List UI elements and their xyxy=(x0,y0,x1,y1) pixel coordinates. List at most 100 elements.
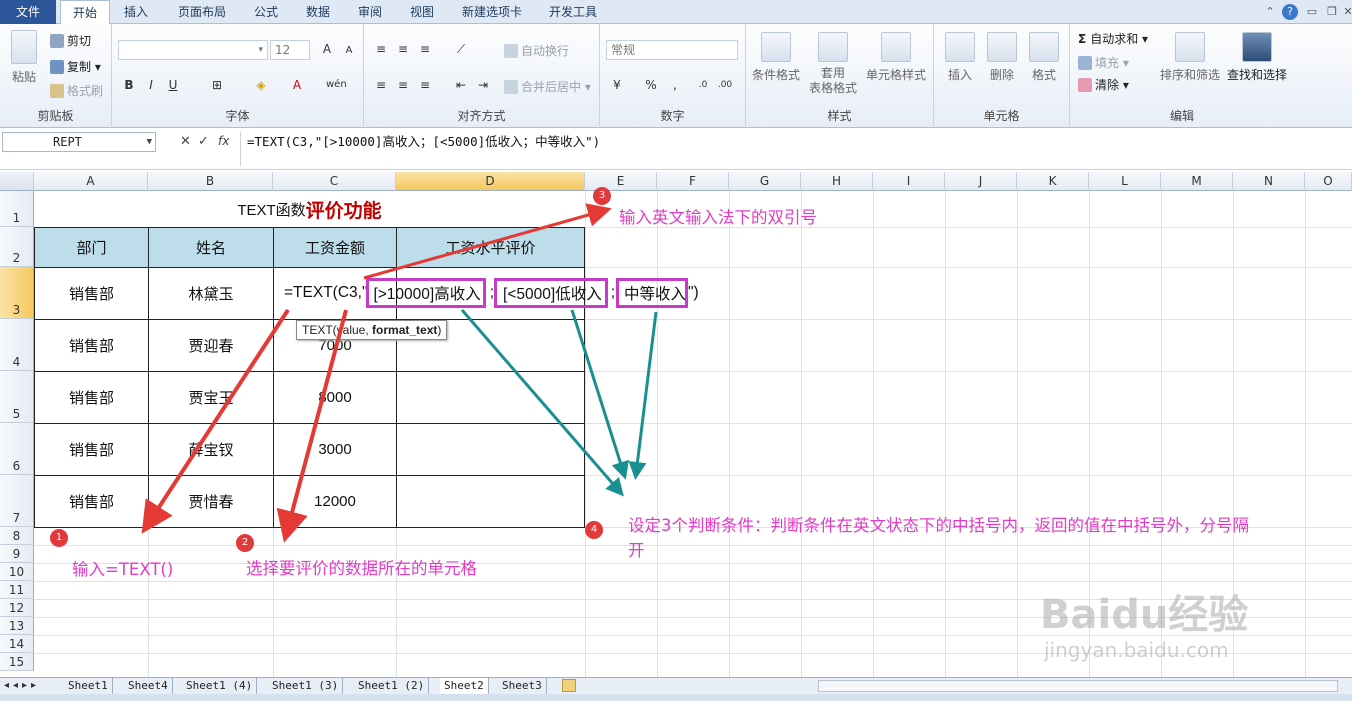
increase-decimal-icon[interactable]: .0 xyxy=(694,76,712,94)
minimize-icon[interactable]: ▭ xyxy=(1304,4,1320,20)
format-icon xyxy=(1029,32,1059,62)
sheet-tab[interactable]: Sheet1 (4) xyxy=(182,678,258,694)
insert-icon xyxy=(945,32,975,62)
confirm-formula-icon[interactable]: ✓ xyxy=(198,134,209,149)
brush-icon xyxy=(50,84,64,98)
shrink-font-icon[interactable]: A xyxy=(340,42,358,60)
formula-input[interactable]: =TEXT(C3,"[>10000]高收入；[<5000]低收入；中等收入") xyxy=(240,132,1348,166)
align-bottom-icon[interactable]: ≡ xyxy=(416,40,434,58)
horizontal-scrollbar[interactable] xyxy=(818,680,1338,692)
new-sheet-icon[interactable] xyxy=(562,679,576,692)
align-right-icon[interactable]: ≡ xyxy=(416,76,434,94)
align-center-icon[interactable]: ≡ xyxy=(394,76,412,94)
underline-icon[interactable]: U xyxy=(164,76,182,94)
comma-icon[interactable]: , xyxy=(666,76,684,94)
chevron-down-icon: ▼ xyxy=(146,137,152,147)
copy-icon xyxy=(50,60,64,74)
delete-cells-button[interactable]: 删除 xyxy=(982,32,1022,83)
sheet-tab[interactable]: Sheet1 xyxy=(64,678,113,694)
tab-page-layout[interactable]: 页面布局 xyxy=(168,0,236,24)
annotation-step-2: 选择要评价的数据所在的单元格 xyxy=(246,559,477,578)
insert-cells-button[interactable]: 插入 xyxy=(940,32,980,83)
help-icon[interactable]: ? xyxy=(1282,4,1298,20)
align-top-icon[interactable]: ≡ xyxy=(372,40,390,58)
merge-center-button[interactable]: 合并后居中 ▾ xyxy=(504,78,591,95)
worksheet-grid[interactable]: A B C D E F G H I J K L M N O 1 2 3 4 5 … xyxy=(0,172,1352,677)
fill-color-icon[interactable]: ◈ xyxy=(252,76,270,94)
cells-group: 插入 删除 格式 单元格 xyxy=(934,24,1070,126)
name-box[interactable]: REPT ▼ xyxy=(2,132,156,152)
orientation-icon[interactable]: ⟋ xyxy=(452,40,470,58)
clear-button[interactable]: 清除 ▾ xyxy=(1078,76,1129,93)
grow-font-icon[interactable]: A xyxy=(318,40,336,58)
arrow-4b xyxy=(570,309,629,480)
format-painter-button[interactable]: 格式刷 xyxy=(50,82,103,99)
bold-icon[interactable]: B xyxy=(120,76,138,94)
clipboard-group: 粘贴 剪切 复制 ▾ 格式刷 剪贴板 xyxy=(0,24,112,126)
conditional-format-button[interactable]: 条件格式 xyxy=(750,32,802,83)
table-icon xyxy=(818,32,848,62)
tab-review[interactable]: 审阅 xyxy=(348,0,392,24)
cell-styles-button[interactable]: 单元格样式 xyxy=(864,32,928,83)
sheet-tab-bar: ◂◂▸▸ Sheet1 Sheet4 Sheet1 (4) Sheet1 (3)… xyxy=(0,677,1352,694)
sheet-tab[interactable]: Sheet1 (3) xyxy=(268,678,344,694)
percent-icon[interactable]: % xyxy=(642,76,660,94)
sheet-tab[interactable]: Sheet1 (2) xyxy=(354,678,430,694)
insert-function-icon[interactable]: fx xyxy=(218,134,229,148)
tab-formulas[interactable]: 公式 xyxy=(244,0,288,24)
tab-data[interactable]: 数据 xyxy=(296,0,340,24)
font-group-label: 字体 xyxy=(225,109,250,123)
tab-developer[interactable]: 开发工具 xyxy=(540,0,606,24)
arrow-4c xyxy=(628,311,658,480)
font-color-icon[interactable]: A xyxy=(288,76,306,94)
copy-button[interactable]: 复制 ▾ xyxy=(50,58,101,75)
sheet-tab-active[interactable]: Sheet2 xyxy=(440,678,489,694)
annotation-step-4: 设定3个判断条件：判断条件在英文状态下的中括号内，返回的值在中括号外，分号隔 开 xyxy=(628,516,1249,560)
border-icon[interactable]: ⊞ xyxy=(208,76,226,94)
styles-group-label: 样式 xyxy=(827,109,852,123)
decrease-indent-icon[interactable]: ⇤ xyxy=(452,76,470,94)
sort-icon xyxy=(1175,32,1205,62)
restore-icon[interactable]: ❐ xyxy=(1324,4,1340,20)
cancel-formula-icon[interactable]: ✕ xyxy=(180,134,191,149)
format-cells-button[interactable]: 格式 xyxy=(1024,32,1064,83)
sheet-tab[interactable]: Sheet3 xyxy=(498,678,547,694)
italic-icon[interactable]: I xyxy=(142,76,160,94)
collapse-ribbon-icon[interactable]: ⌃ xyxy=(1262,4,1278,20)
cut-button[interactable]: 剪切 xyxy=(50,32,91,49)
tab-home[interactable]: 开始 xyxy=(60,0,110,25)
align-left-icon[interactable]: ≡ xyxy=(372,76,390,94)
close-icon[interactable]: ✕ xyxy=(1340,4,1352,20)
find-select-button[interactable]: 查找和选择 xyxy=(1224,32,1290,83)
tab-insert[interactable]: 插入 xyxy=(114,0,158,24)
arrow-4a xyxy=(460,309,624,497)
format-as-table-button[interactable]: 套用 表格格式 xyxy=(804,32,862,96)
paste-button[interactable]: 粘贴 xyxy=(6,30,42,85)
decrease-decimal-icon[interactable]: .00 xyxy=(716,76,734,94)
annotation-step-3: 输入英文输入法下的双引号 xyxy=(619,208,817,227)
delete-icon xyxy=(987,32,1017,62)
sheet-nav-icon[interactable]: ◂◂▸▸ xyxy=(4,678,40,694)
tab-file[interactable]: 文件 xyxy=(0,0,56,24)
increase-indent-icon[interactable]: ⇥ xyxy=(474,76,492,94)
merge-icon xyxy=(504,80,518,94)
wrap-icon xyxy=(504,44,518,58)
align-middle-icon[interactable]: ≡ xyxy=(394,40,412,58)
sheet-tab[interactable]: Sheet4 xyxy=(124,678,173,694)
autosum-button[interactable]: Σ 自动求和 ▾ xyxy=(1078,30,1148,47)
sigma-icon: Σ xyxy=(1078,32,1087,46)
wrap-text-button[interactable]: 自动换行 xyxy=(504,42,569,59)
tab-view[interactable]: 视图 xyxy=(400,0,444,24)
fill-button[interactable]: 填充 ▾ xyxy=(1078,54,1129,71)
tab-new[interactable]: 新建选项卡 xyxy=(452,0,532,24)
number-format-select[interactable]: 常规 xyxy=(606,40,738,60)
currency-icon[interactable]: ¥ xyxy=(608,76,626,94)
alignment-group: ≡ ≡ ≡ ⟋ 自动换行 ≡ ≡ ≡ ⇤ ⇥ 合并后居中 ▾ 对齐方式 xyxy=(364,24,600,126)
sort-filter-button[interactable]: 排序和筛选 xyxy=(1158,32,1222,83)
step-marker: 2 xyxy=(236,534,254,552)
cell-styles-icon xyxy=(881,32,911,62)
font-family-select[interactable]: ▾ xyxy=(118,40,268,60)
ribbon-tab-bar: 文件 开始 插入 页面布局 公式 数据 审阅 视图 新建选项卡 开发工具 ⌃ ?… xyxy=(0,0,1352,25)
phonetic-icon[interactable]: wén xyxy=(326,76,347,94)
font-size-select[interactable]: 12 xyxy=(270,40,310,60)
